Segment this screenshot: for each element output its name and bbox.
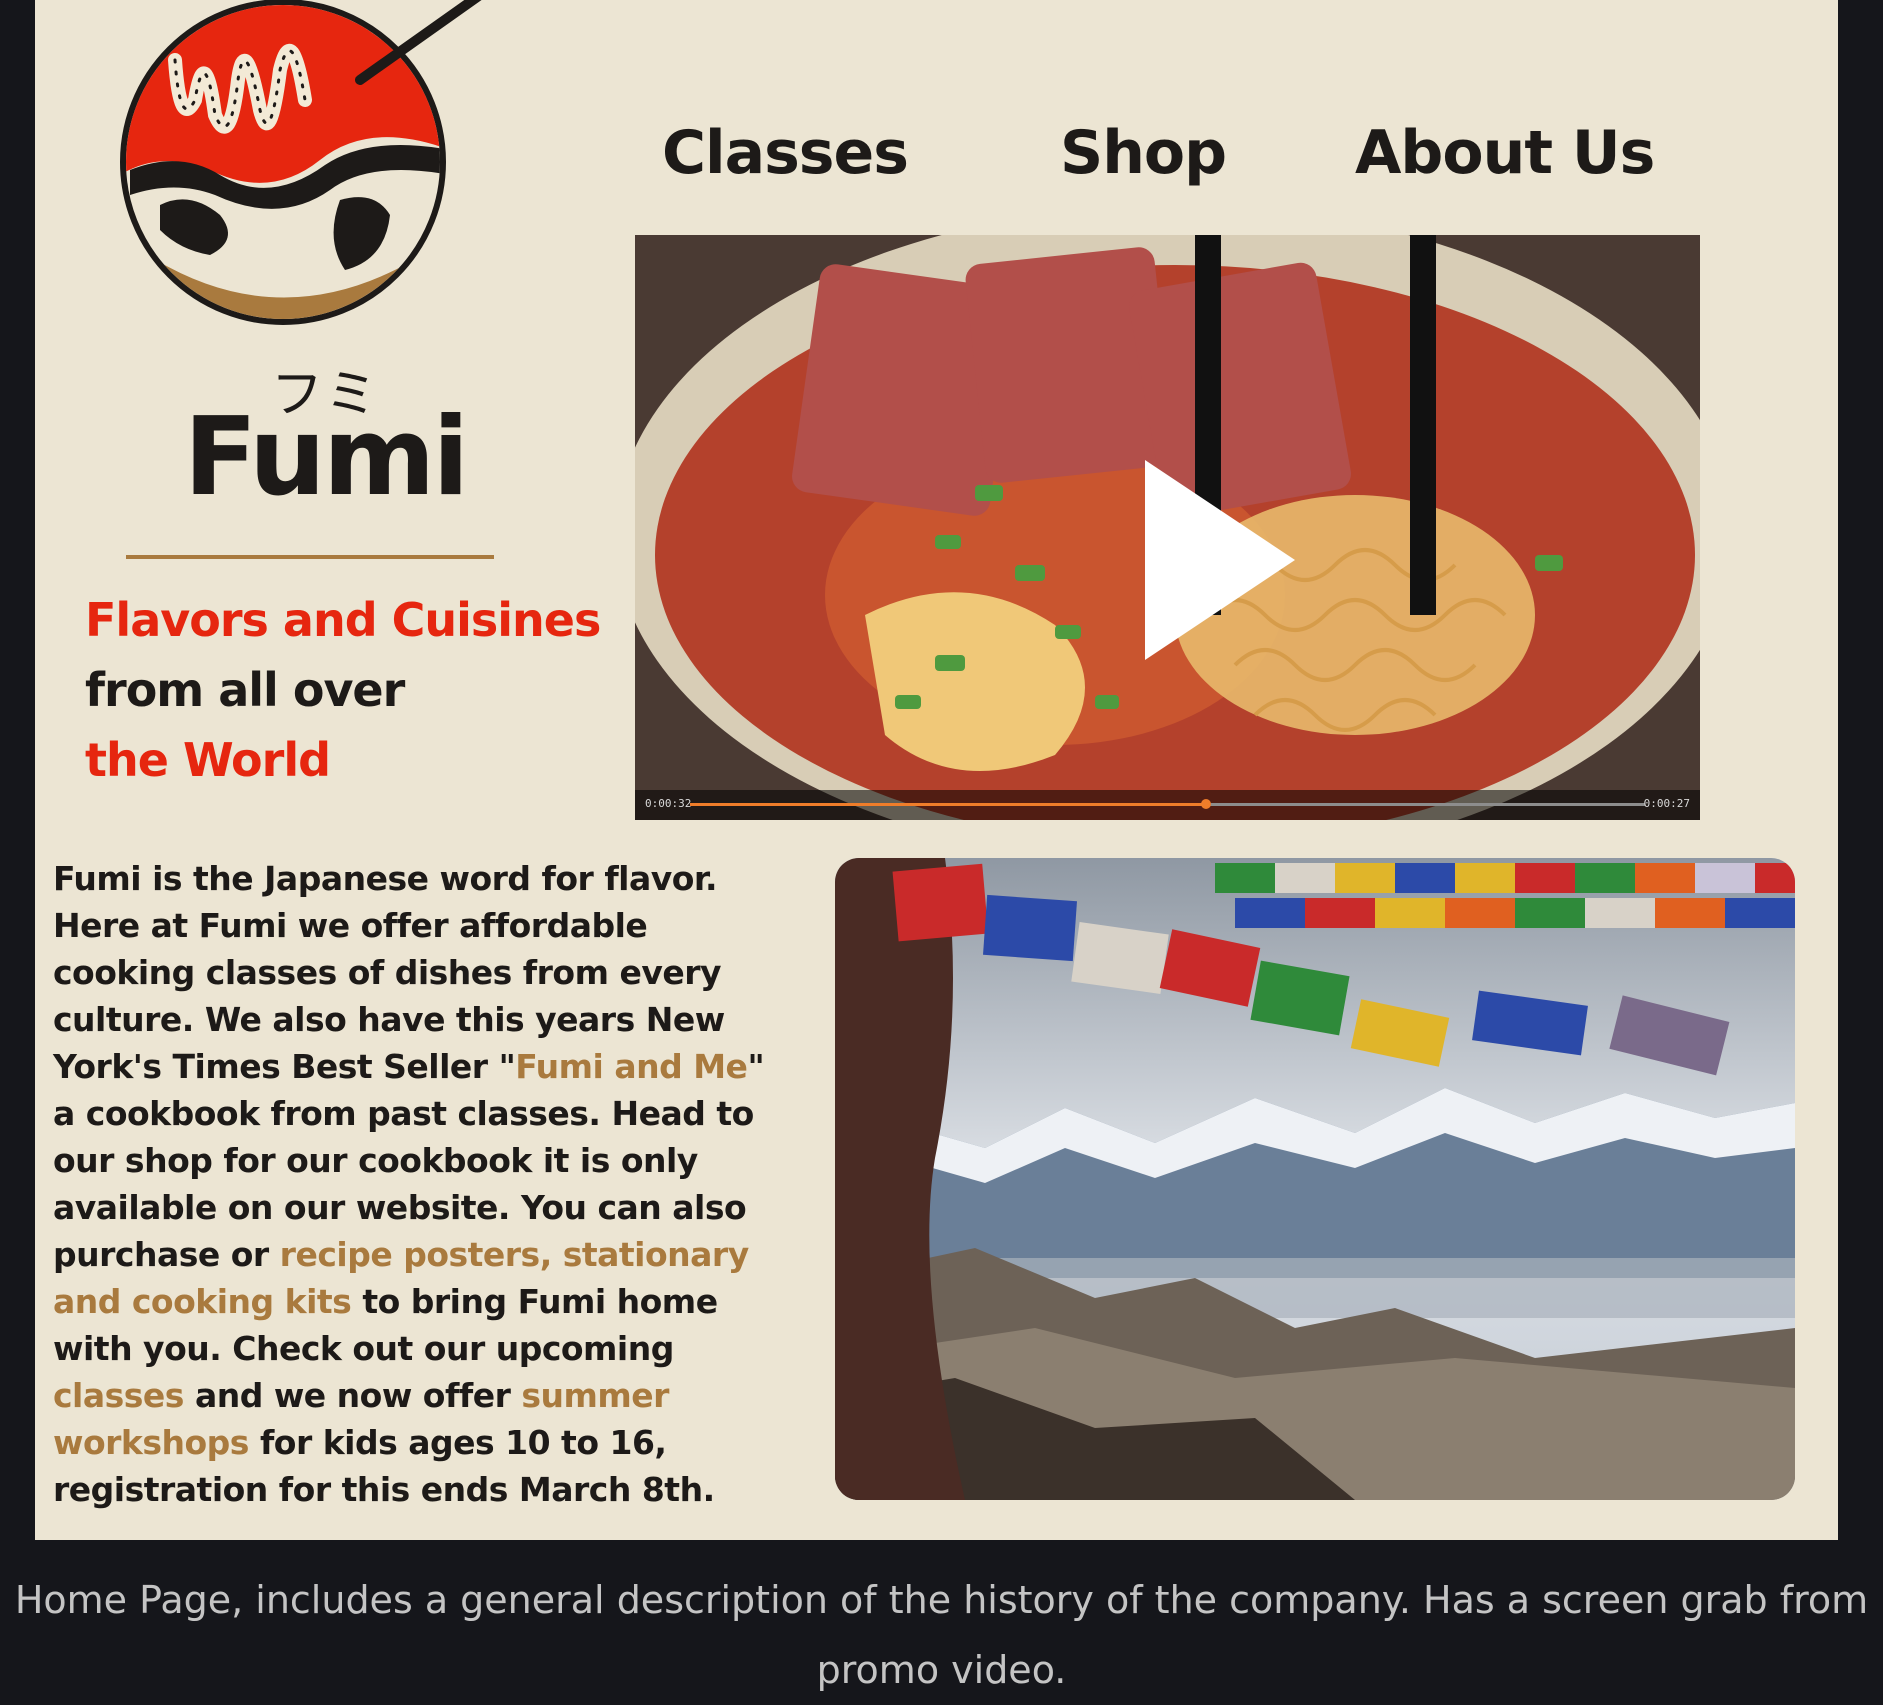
nav-link-shop[interactable]: Shop [1060, 118, 1227, 188]
mountain-landscape-image [835, 858, 1795, 1500]
page-card: フミ Fumi Flavors and Cuisines from all ov… [35, 0, 1838, 1540]
screenshot-caption: Home Page, includes a general descriptio… [0, 1565, 1883, 1705]
video-remaining-time: 0:00:27 [1643, 797, 1690, 810]
caption-line-2: promo video. [816, 1648, 1067, 1692]
company-description: Fumi is the Japanese word for flavor. He… [53, 855, 793, 1513]
video-elapsed-time: 0:00:32 [645, 797, 692, 810]
video-progress-track[interactable] [690, 799, 1645, 809]
link-classes[interactable]: classes [53, 1376, 184, 1415]
nav-link-about-us[interactable]: About Us [1355, 118, 1655, 188]
brand-divider [126, 555, 494, 559]
video-controls: 0:00:32 0:00:27 [635, 790, 1700, 820]
tagline-line-1: Flavors and Cuisines [85, 593, 601, 647]
video-progress-fill [690, 803, 1206, 806]
nav-link-classes[interactable]: Classes [662, 118, 909, 188]
tagline-line-2: from all over [85, 663, 405, 717]
promo-video[interactable]: 0:00:32 0:00:27 [635, 235, 1700, 820]
tagline: Flavors and Cuisines from all over the W… [85, 585, 601, 795]
fumi-logo[interactable] [120, 0, 500, 330]
prayer-flags-mountain-photo [835, 858, 1795, 1500]
video-scrubber[interactable] [1200, 799, 1211, 809]
tagline-line-3: the World [85, 733, 331, 787]
caption-line-1: Home Page, includes a general descriptio… [14, 1578, 1869, 1622]
link-fumi-and-me[interactable]: Fumi and Me [515, 1047, 748, 1086]
play-icon[interactable] [1145, 460, 1295, 660]
brand-name[interactable]: Fumi [165, 395, 485, 520]
description-text-4: and we now offer [183, 1376, 522, 1415]
